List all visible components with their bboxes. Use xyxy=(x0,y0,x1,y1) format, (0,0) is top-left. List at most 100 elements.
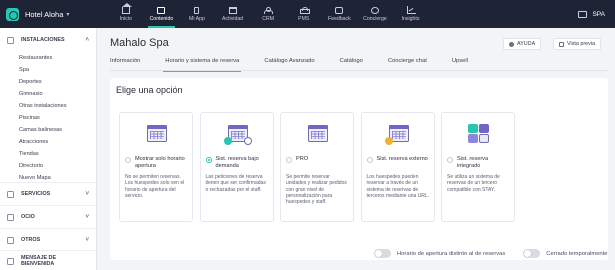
hotel-selector[interactable]: Hotel Aloha ▾ xyxy=(0,7,100,21)
chart-icon xyxy=(406,5,416,14)
calendar-link-icon xyxy=(384,125,409,145)
welcome-icon xyxy=(7,257,14,265)
option-card-bajo-demanda[interactable]: Sist. reserva bajo demanda Las peticione… xyxy=(199,112,275,222)
nav-insights[interactable]: Insights xyxy=(393,0,429,28)
people-icon xyxy=(264,6,274,14)
calendar-icon xyxy=(308,125,328,142)
sidebar-section-ocio[interactable]: OCIO ˅ xyxy=(0,205,96,229)
option-description: Se utiliza un sistema de reservas de un … xyxy=(447,174,500,193)
option-card-externo[interactable]: Sist. reserva externo Los huespedes pued… xyxy=(360,112,436,222)
nav-mi-app[interactable]: Mi App xyxy=(179,0,215,28)
leisure-icon xyxy=(7,213,14,221)
flag-icon xyxy=(578,10,588,18)
chevron-up-icon: ˄ xyxy=(85,37,89,43)
option-radio[interactable] xyxy=(286,157,292,163)
nav-label: Feedback xyxy=(327,15,351,22)
preview-button[interactable]: Vista previa xyxy=(553,38,602,50)
option-description: Se permite reservar unidades y realizar … xyxy=(286,174,347,206)
section-label: OCIO xyxy=(21,214,35,220)
calendar-icon xyxy=(228,6,237,14)
option-label: Sist. reserva externo xyxy=(376,156,428,162)
option-card-integrado[interactable]: Sist. reserva integrado Se utiliza un si… xyxy=(441,112,515,222)
option-description: No se permiten reservas. Los huespedes s… xyxy=(125,174,185,199)
sidebar-item-camas-balinesas[interactable]: Camas balinesas xyxy=(0,124,96,136)
chevron-down-icon: ▾ xyxy=(66,11,70,18)
hotel-name: Hotel Aloha xyxy=(25,9,64,19)
main-content: Mahalo Spa AYUDA Vista previa Informació… xyxy=(97,28,615,270)
sidebar-section-instalaciones[interactable]: INSTALACIONES ˄ xyxy=(0,28,96,52)
illustration xyxy=(362,113,436,154)
sidebar-item-otras-instalaciones[interactable]: Otras instalaciones xyxy=(0,100,96,112)
tab-upsell[interactable]: Upsell xyxy=(452,57,493,71)
sidebar: INSTALACIONES ˄ Restaurantes Spa Deporte… xyxy=(0,28,97,270)
language-selector[interactable]: SPA xyxy=(578,0,605,28)
section-label: MENSAJE DE BIENVENIDA xyxy=(21,255,57,267)
nav-label: Contenido xyxy=(149,15,174,22)
nav-label: CRM xyxy=(262,15,275,22)
toggle-cerrado-temporalmente[interactable]: Cerrado temporalmente xyxy=(523,249,607,258)
nav-concierge[interactable]: Concierge xyxy=(357,0,393,28)
help-icon xyxy=(509,41,514,47)
tab-bar: Información Horario y sistema de reserva… xyxy=(110,57,608,72)
tab-horario-sistema-reserva[interactable]: Horario y sistema de reserva xyxy=(163,57,264,72)
sidebar-section-mensaje-bienvenida[interactable]: MENSAJE DE BIENVENIDA xyxy=(0,249,96,270)
nav-contenido[interactable]: Contenido xyxy=(144,0,180,28)
option-label: Sist. reserva integrado xyxy=(457,156,489,169)
nav-label: Insights xyxy=(401,15,420,22)
main-nav: Inicio Contenido Mi App Actividad CRM PM… xyxy=(108,0,428,28)
sidebar-item-tiendas[interactable]: Tiendas xyxy=(0,148,96,160)
toggle-horario-distinto[interactable]: Horario de apertura distinto al de reser… xyxy=(374,249,505,258)
tab-concierge-chat[interactable]: Concierge chat xyxy=(388,57,452,71)
nav-actividad[interactable]: Actividad xyxy=(215,0,251,28)
sidebar-section-servicios[interactable]: SERVICIOS ˅ xyxy=(0,182,96,206)
option-radio[interactable] xyxy=(125,157,131,163)
nav-label: Actividad xyxy=(222,15,244,22)
top-bar: Hotel Aloha ▾ Inicio Contenido Mi App Ac… xyxy=(0,0,615,28)
option-radio-selected[interactable] xyxy=(205,157,212,163)
chevron-down-icon: ˅ xyxy=(85,237,89,243)
hotel-logo-icon xyxy=(6,7,19,21)
help-button[interactable]: AYUDA xyxy=(503,38,542,50)
toggle-label: Cerrado temporalmente xyxy=(546,250,608,257)
chat-icon xyxy=(370,6,379,14)
puzzle-icon xyxy=(468,123,490,144)
section-label: INSTALACIONES xyxy=(21,37,65,43)
nav-inicio[interactable]: Inicio xyxy=(108,0,144,28)
sidebar-item-restaurantes[interactable]: Restaurantes xyxy=(0,52,96,64)
illustration xyxy=(281,113,355,154)
preview-label: Vista previa xyxy=(567,41,596,47)
illustration xyxy=(201,113,275,154)
toggle-switch[interactable] xyxy=(374,249,391,258)
nav-crm[interactable]: CRM xyxy=(250,0,286,28)
sidebar-submenu: Restaurantes Spa Deportes Gimnasio Otras… xyxy=(0,52,96,184)
nav-label: Inicio xyxy=(119,15,132,22)
section-label: SERVICIOS xyxy=(21,191,51,197)
calendar-check-icon xyxy=(223,125,252,145)
sidebar-item-directorio[interactable]: Directorio xyxy=(0,160,96,172)
calendar-icon xyxy=(147,125,167,142)
toggle-switch[interactable] xyxy=(523,249,541,258)
language-label: SPA xyxy=(592,10,605,18)
phone-icon xyxy=(194,6,200,14)
option-label: Sist. reserva bajo demanda xyxy=(215,156,259,169)
nav-pms[interactable]: PMS xyxy=(286,0,322,28)
sidebar-item-gimnasio[interactable]: Gimnasio xyxy=(0,88,96,100)
sidebar-item-atracciones[interactable]: Atracciones xyxy=(0,136,96,148)
tab-informacion[interactable]: Información xyxy=(110,57,165,71)
option-card-solo-horario[interactable]: Mostrar solo horario apertura No se perm… xyxy=(119,112,193,222)
tab-catalogo-avanzado[interactable]: Catálogo Avanzado xyxy=(264,57,339,71)
phone-icon xyxy=(559,41,564,47)
page-title: Mahalo Spa xyxy=(110,37,169,49)
option-card-pro[interactable]: PRO Se permite reservar unidades y reali… xyxy=(280,112,354,222)
sidebar-item-spa[interactable]: Spa xyxy=(0,64,96,76)
tab-catalogo[interactable]: Catálogo xyxy=(340,57,388,71)
building-icon xyxy=(7,36,14,44)
option-radio[interactable] xyxy=(447,157,453,163)
sidebar-item-piscinas[interactable]: Piscinas xyxy=(0,112,96,124)
nav-feedback[interactable]: Feedback xyxy=(322,0,358,28)
thumb-icon xyxy=(335,6,344,14)
booking-options-panel: Elige una opción Mostrar solo horario ap… xyxy=(110,78,608,260)
settings-toggles: Horario de apertura distinto al de reser… xyxy=(374,249,615,258)
sidebar-item-deportes[interactable]: Deportes xyxy=(0,76,96,88)
option-radio[interactable] xyxy=(366,157,373,163)
